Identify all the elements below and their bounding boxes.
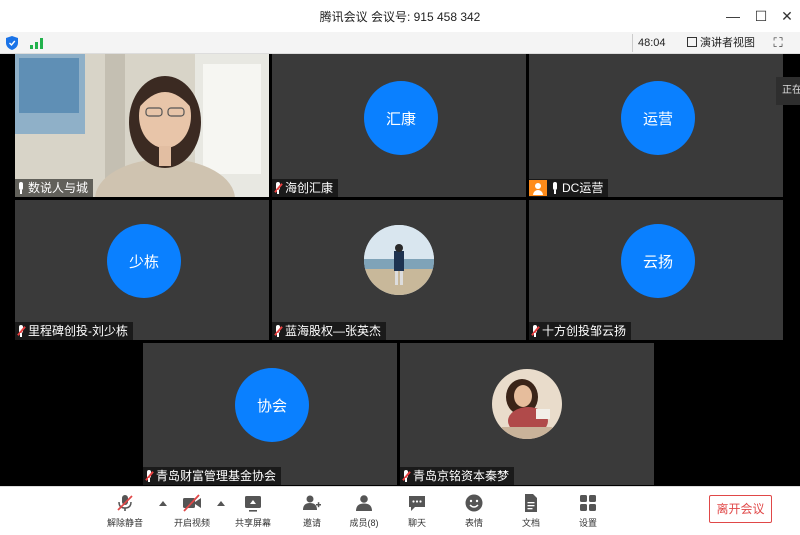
participant-name-tag: 海创汇康 — [272, 179, 339, 197]
participant-avatar: 汇康 — [364, 81, 438, 155]
camera-off-icon — [183, 494, 201, 512]
share-screen-icon — [245, 496, 261, 512]
participant-photo-avatar — [492, 369, 562, 439]
chat-label: 聊天 — [407, 518, 426, 528]
documents-label: 文档 — [521, 518, 540, 528]
participant-name: 青岛财富管理基金协会 — [156, 469, 277, 483]
participant-name-tag: 里程碑创投-刘少栋 — [15, 322, 133, 340]
speaker-view-icon — [687, 37, 697, 47]
participant-name: 数说人与城 — [28, 181, 89, 195]
participant-name-tag: 数说人与城 — [15, 179, 94, 197]
participant-tile[interactable]: 汇康 海创汇康 — [272, 54, 526, 197]
speaker-view-button[interactable]: 演讲者视图 — [683, 34, 755, 52]
participant-tile[interactable]: 运营 DC运营 — [529, 54, 783, 197]
meeting-timer: 48:04 — [632, 34, 671, 52]
side-panel-tab[interactable]: 正在 — [776, 77, 800, 105]
speaker-view-label: 演讲者视图 — [700, 37, 755, 49]
invite-button[interactable]: 邀请 — [289, 493, 335, 533]
audio-options-caret-icon[interactable] — [159, 501, 167, 506]
microphone-muted-icon — [531, 325, 540, 337]
members-label: 成员(8) — [349, 518, 379, 528]
microphone-muted-icon — [145, 470, 154, 482]
microphone-muted-icon — [274, 182, 283, 194]
participant-avatar: 协会 — [235, 368, 309, 442]
title-bar: 腾讯会议 会议号: 915 458 342 — ☐ ✕ — [0, 0, 800, 32]
participant-photo-avatar — [364, 225, 434, 295]
participant-name-tag: 青岛财富管理基金协会 — [143, 467, 282, 485]
participant-avatar: 少栋 — [107, 224, 181, 298]
participant-avatar: 云扬 — [621, 224, 695, 298]
participant-name-tag: 青岛京铭资本秦梦 — [400, 467, 515, 485]
settings-grid-icon — [580, 495, 596, 511]
invite-label: 邀请 — [302, 518, 321, 528]
chat-icon — [409, 496, 425, 511]
video-options-caret-icon[interactable] — [217, 501, 225, 506]
share-screen-label: 共享屏幕 — [234, 518, 271, 528]
document-icon — [525, 494, 537, 512]
participant-tile[interactable]: 云扬 十方创投邹云扬 — [529, 200, 783, 340]
settings-button[interactable]: 设置 — [565, 493, 611, 533]
participant-name: 蓝海股权—张英杰 — [285, 324, 382, 338]
microphone-icon — [551, 182, 559, 194]
minimize-button[interactable]: — — [722, 6, 744, 26]
meeting-toolbar: 解除静音 开启视频 共享屏幕 邀请 成员(8) 聊天 表情 文档 设置 离开会议 — [0, 486, 800, 535]
add-user-icon — [303, 495, 321, 510]
participant-name: DC运营 — [562, 181, 604, 195]
microphone-muted-icon — [117, 495, 133, 511]
window-title: 腾讯会议 会议号: 915 458 342 — [319, 10, 481, 24]
participant-tile[interactable]: 青岛京铭资本秦梦 — [400, 343, 654, 485]
participant-name: 青岛京铭资本秦梦 — [413, 469, 510, 483]
microphone-muted-icon — [17, 325, 26, 337]
start-video-button[interactable]: 开启视频 — [169, 493, 215, 533]
leave-meeting-button[interactable]: 离开会议 — [709, 495, 772, 523]
documents-button[interactable]: 文档 — [508, 493, 554, 533]
members-icon — [356, 495, 372, 511]
participant-name-tag: 蓝海股权—张英杰 — [272, 322, 387, 340]
microphone-icon — [17, 182, 25, 194]
unmute-label: 解除静音 — [106, 518, 143, 528]
signal-icon[interactable] — [30, 37, 44, 49]
close-button[interactable]: ✕ — [776, 6, 798, 26]
unmute-button[interactable]: 解除静音 — [102, 493, 148, 533]
participant-name-tag: 十方创投邹云扬 — [529, 322, 632, 340]
microphone-muted-icon — [274, 325, 283, 337]
participant-name: 海创汇康 — [285, 181, 334, 195]
participant-video — [15, 54, 269, 197]
participant-avatar: 运营 — [621, 81, 695, 155]
participant-tile[interactable]: 数说人与城 — [15, 54, 269, 197]
participant-name-tag: DC运营 — [529, 179, 609, 197]
emoji-icon — [465, 494, 483, 512]
maximize-button[interactable]: ☐ — [750, 6, 772, 26]
settings-label: 设置 — [578, 518, 597, 528]
participant-tile[interactable]: 少栋 里程碑创投-刘少栋 — [15, 200, 269, 340]
chat-button[interactable]: 聊天 — [394, 493, 440, 533]
members-button[interactable]: 成员(8) — [341, 493, 387, 533]
participant-tile[interactable]: 协会 青岛财富管理基金协会 — [143, 343, 397, 485]
shield-icon[interactable] — [6, 36, 18, 50]
participant-tile[interactable]: 蓝海股权—张英杰 — [272, 200, 526, 340]
fullscreen-icon[interactable]: ⛶ — [770, 35, 786, 51]
share-screen-button[interactable]: 共享屏幕 — [230, 493, 276, 533]
reactions-button[interactable]: 表情 — [451, 493, 497, 533]
status-bar: 48:04 演讲者视图 ⛶ — [0, 32, 800, 54]
participant-name: 十方创投邹云扬 — [542, 324, 627, 338]
person-icon — [529, 180, 547, 196]
participant-name: 里程碑创投-刘少栋 — [28, 324, 128, 338]
microphone-muted-icon — [402, 470, 411, 482]
reactions-label: 表情 — [464, 518, 483, 528]
start-video-label: 开启视频 — [173, 518, 210, 528]
video-grid: 数说人与城 汇康 海创汇康 运营 DC运营 少栋 里程碑创投-刘少栋 蓝海股权—… — [0, 54, 800, 486]
